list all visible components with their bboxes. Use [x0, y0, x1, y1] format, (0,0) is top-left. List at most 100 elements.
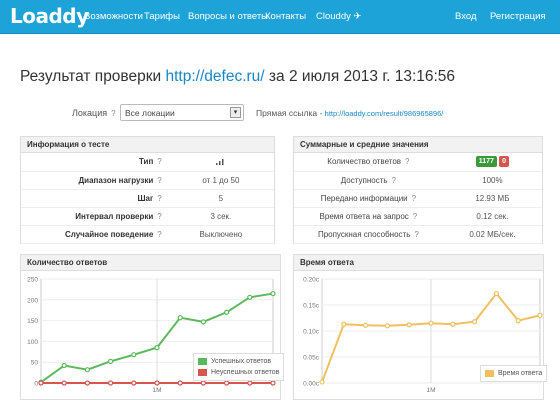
- nav-clouddy[interactable]: Clouddy ✈: [316, 11, 361, 22]
- y-tick-label: 200: [27, 297, 38, 304]
- signal-icon: [215, 158, 224, 165]
- legend-label: Время ответа: [498, 370, 543, 377]
- chart-title: Время ответа: [294, 255, 543, 271]
- help-icon[interactable]: ?: [413, 212, 417, 221]
- table-row: Диапазон нагрузки? от 1 до 50: [21, 171, 274, 190]
- test-info-header: Информация о тесте: [21, 137, 274, 153]
- title-url-link[interactable]: http://defec.ru/: [166, 68, 265, 85]
- data-point: [537, 312, 543, 319]
- chart-legend: Успешных ответов Неуспешных ответов: [193, 353, 285, 381]
- summary-key: Пропускная способность: [317, 229, 411, 239]
- fail-count-badge: 0: [499, 156, 510, 168]
- summary-key: Доступность: [340, 175, 388, 185]
- data-point: [406, 322, 412, 328]
- data-point: [107, 380, 114, 386]
- data-point: [61, 380, 67, 386]
- type-value: [167, 153, 274, 172]
- summary-value: 0.02 МБ/сек.: [442, 225, 542, 244]
- nav-contacts[interactable]: Контакты: [265, 11, 306, 22]
- data-point: [200, 319, 206, 325]
- data-point: [177, 380, 183, 386]
- title-date: за 2 июля 2013 г. 13:16:56: [268, 68, 456, 85]
- help-icon[interactable]: ?: [405, 157, 409, 166]
- summary-key: Передано информации: [320, 193, 408, 203]
- help-icon[interactable]: ?: [157, 176, 161, 185]
- nav-features[interactable]: Возможности: [84, 11, 143, 22]
- legend-label: Успешных ответов: [211, 358, 272, 365]
- logo[interactable]: Loaddy: [10, 4, 89, 28]
- data-point: [177, 315, 183, 321]
- table-row: Передано информации? 12.93 МБ: [294, 189, 542, 208]
- success-count-badge: 1177: [475, 156, 497, 168]
- help-icon[interactable]: ?: [412, 194, 416, 203]
- table-row: Время ответа на запрос? 0.12 сек.: [294, 207, 542, 226]
- permalink-url[interactable]: http://loaddy.com/result/986965896/: [325, 109, 444, 118]
- help-icon[interactable]: ?: [392, 176, 396, 185]
- responses-chart-panel: Количество ответов 0 50 100 150 200 250 1M Усп…: [20, 254, 285, 400]
- location-label-text: Локация: [72, 108, 108, 118]
- legend-label: Неуспешных ответов: [211, 369, 280, 376]
- info-key: Тип: [138, 157, 154, 167]
- nav-pricing[interactable]: Тарифы: [144, 11, 180, 22]
- permalink-label: Прямая ссылка -: [256, 108, 323, 118]
- chart-legend: Время ответа: [480, 365, 548, 382]
- info-value: 5: [167, 189, 274, 208]
- data-point: [38, 380, 44, 386]
- data-point: [107, 358, 114, 364]
- data-point: [428, 320, 434, 326]
- y-tick-label: 150: [27, 318, 38, 325]
- data-point: [270, 380, 276, 386]
- data-point: [362, 322, 369, 328]
- register-link[interactable]: Регистрация: [490, 11, 546, 22]
- y-tick-label: 0.10c: [303, 329, 320, 336]
- help-icon[interactable]: ?: [111, 109, 115, 118]
- info-value: 3 сек.: [167, 207, 274, 226]
- data-point: [493, 290, 499, 297]
- chart-title: Количество ответов: [21, 255, 280, 271]
- data-point: [224, 309, 230, 315]
- y-tick-label: 50: [31, 360, 39, 367]
- table-row: Шаг? 5: [21, 189, 274, 208]
- help-icon[interactable]: ?: [157, 157, 161, 166]
- chevron-down-icon[interactable]: ▾: [230, 107, 241, 118]
- summary-header: Суммарные и средние значения: [294, 137, 542, 153]
- data-point: [515, 317, 521, 324]
- response-time-chart-panel: Время ответа 0.00c 0.05c 0.10c 0.15c 0.20c 1M…: [293, 254, 548, 400]
- help-icon[interactable]: ?: [157, 194, 161, 203]
- info-value: от 1 до 50: [167, 171, 274, 190]
- login-link[interactable]: Вход: [455, 11, 477, 22]
- data-point: [319, 379, 325, 385]
- table-row: Доступность? 100%: [294, 171, 542, 190]
- data-point: [131, 352, 137, 358]
- data-point: [84, 367, 91, 373]
- help-icon[interactable]: ?: [157, 212, 161, 221]
- top-navbar: Loaddy Возможности Тарифы Вопросы и отве…: [0, 0, 560, 34]
- data-point: [131, 380, 137, 386]
- help-icon[interactable]: ?: [157, 230, 161, 239]
- data-point: [84, 380, 91, 386]
- page-title: Результат проверки http://defec.ru/ за 2…: [20, 68, 455, 86]
- x-tick-label: 1M: [152, 387, 161, 394]
- summary-panel: Суммарные и средние значения Количество …: [293, 136, 543, 244]
- nav-faq[interactable]: Вопросы и ответы: [188, 11, 268, 22]
- y-tick-label: 0.15c: [303, 303, 320, 310]
- info-value: Выключено: [167, 225, 274, 244]
- legend-swatch: [198, 369, 207, 376]
- y-tick-label: 0.20c: [303, 277, 320, 284]
- y-tick-label: 250: [27, 277, 38, 284]
- data-point: [224, 380, 230, 386]
- summary-value: 100%: [442, 171, 542, 190]
- data-point: [472, 319, 478, 325]
- info-key: Случайное поведение: [64, 229, 154, 239]
- info-key: Диапазон нагрузки: [78, 175, 154, 185]
- data-point: [341, 321, 347, 327]
- location-select[interactable]: Все локации ▾: [120, 104, 244, 121]
- title-prefix: Результат проверки: [20, 68, 162, 85]
- responses-value: 1177 0: [442, 153, 542, 172]
- table-row: Тип?: [21, 153, 274, 172]
- y-tick-label: 0.00c: [303, 381, 320, 388]
- table-row: Интервал проверки? 3 сек.: [21, 207, 274, 226]
- help-icon[interactable]: ?: [414, 230, 418, 239]
- x-tick-label: 1M: [426, 387, 435, 394]
- test-info-panel: Информация о тесте Тип? Диапазон нагрузк…: [20, 136, 275, 244]
